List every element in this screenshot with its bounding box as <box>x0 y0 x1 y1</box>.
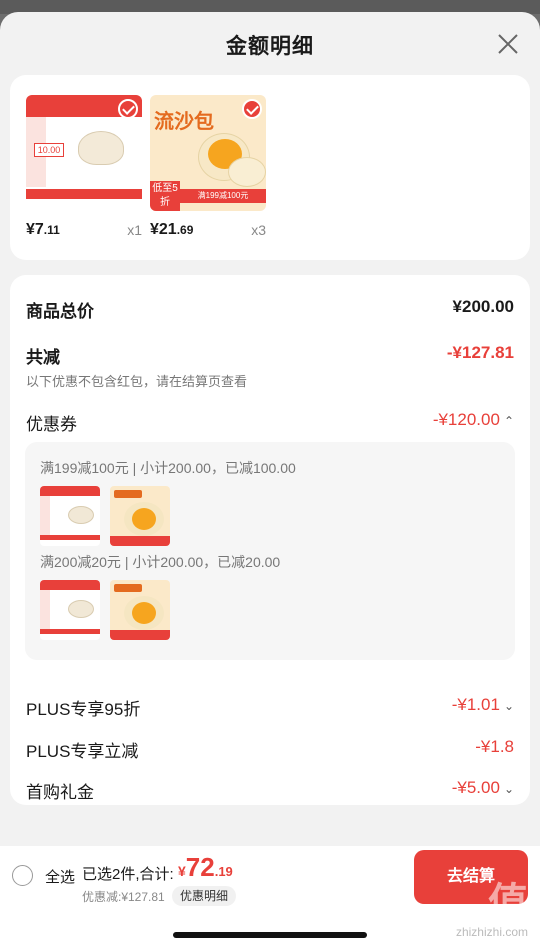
selected-count: 已选2件,合计: <box>82 866 174 883</box>
plus-discount-label: PLUS专享95折 <box>26 700 141 719</box>
coupon-value: -¥120.00 ⌃ <box>432 410 514 429</box>
reduce-label: 共减 <box>26 348 60 367</box>
image-title: 流沙包 <box>154 109 214 133</box>
discount-detail-button[interactable]: 优惠明细 <box>172 886 237 906</box>
reduce-value: -¥127.81 <box>446 343 514 362</box>
image-price-box: 10.00 <box>34 143 64 157</box>
discount-summary: 优惠减:¥127.81 <box>82 890 165 904</box>
coupon-products <box>40 580 170 640</box>
select-all-radio[interactable] <box>12 865 33 886</box>
selected-check-icon <box>118 99 138 119</box>
first-gift-value: -¥5.00 ⌄ <box>451 778 514 797</box>
product-price: ¥7.11 <box>26 221 60 238</box>
product-qty: x1 <box>127 222 142 238</box>
total-label: 商品总价 <box>26 302 94 321</box>
sheet-title: 金额明细 <box>226 35 314 58</box>
plus-reduce-label: PLUS专享立减 <box>26 742 139 761</box>
product-image-lava-bun: 流沙包 低至5折 满199减100元 <box>150 95 266 211</box>
chevron-up-icon: ⌃ <box>503 414 514 428</box>
product-item[interactable]: 流沙包 低至5折 满199减100元 ¥21.69 x3 <box>150 95 266 238</box>
plus-discount-value: -¥1.01 ⌄ <box>451 695 514 714</box>
watermark-site: zhizhizhi.com <box>455 925 528 939</box>
chevron-down-icon: ⌄ <box>503 699 514 713</box>
product-item[interactable]: 10.00 ¥7.11 x1 <box>26 95 142 238</box>
home-indicator[interactable] <box>173 932 367 938</box>
coupon-rule: 满200减20元 | 小计200.00，已减20.00 <box>40 554 281 570</box>
first-gift-label: 首购礼金 <box>26 783 94 802</box>
plus-reduce-value: -¥1.8 <box>475 737 514 756</box>
coupon-rule: 满199减100元 | 小计200.00，已减100.00 <box>40 460 296 476</box>
mini-product-image <box>40 580 100 640</box>
chevron-down-icon: ⌄ <box>503 782 514 796</box>
image-tag: 低至5折 <box>150 181 180 211</box>
amount-detail-sheet: 金额明细 10.00 ¥7.11 x1 流沙包 低至5折 满199减100元 ¥… <box>0 12 540 949</box>
coupon-detail-box: 满199减100元 | 小计200.00，已减100.00 满200减20元 |… <box>25 442 515 660</box>
sheet-header: 金额明细 <box>0 12 540 76</box>
image-bar: 满199减100元 <box>180 189 266 203</box>
product-price: ¥21.69 <box>150 221 194 238</box>
mini-product-image <box>40 486 100 546</box>
selected-check-icon <box>242 99 262 119</box>
mini-product-image <box>110 580 170 640</box>
mini-product-image <box>110 486 170 546</box>
total-value: ¥200.00 <box>452 297 514 316</box>
coupon-label: 优惠券 <box>26 415 77 434</box>
close-icon[interactable] <box>496 32 520 56</box>
watermark-logo: 值 <box>488 881 530 925</box>
price-detail-card: 商品总价 ¥200.00 共减 -¥127.81 以下优惠不包含红包，请在结算页… <box>10 275 530 805</box>
total-amount: ¥72.19 <box>178 852 233 882</box>
coupon-products <box>40 486 170 546</box>
reduce-note: 以下优惠不包含红包，请在结算页查看 <box>26 374 248 389</box>
select-all-label[interactable]: 全选 <box>45 866 75 887</box>
product-qty: x3 <box>251 222 266 238</box>
product-card: 10.00 ¥7.11 x1 流沙包 低至5折 满199减100元 ¥21.69… <box>10 75 530 260</box>
product-image-dumpling: 10.00 <box>26 95 142 211</box>
